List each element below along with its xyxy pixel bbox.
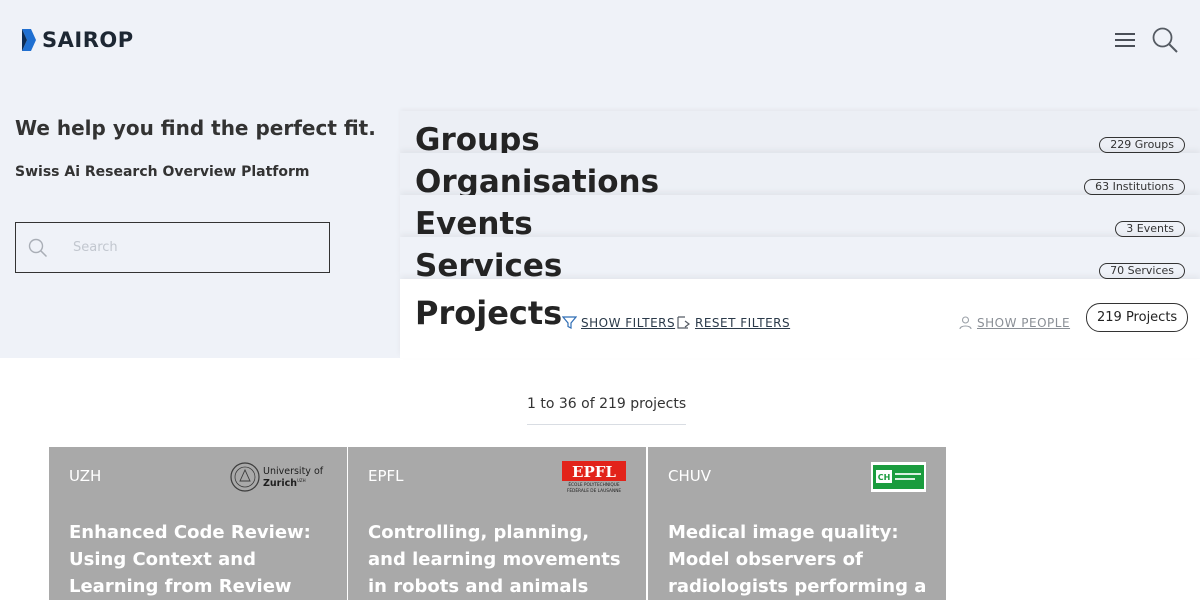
projects-panel: Projects SHOW FILTERS RESET FILTERS SHOW… [400,279,1200,358]
svg-text:Zurich: Zurich [263,478,297,489]
category-count-badge: 63 Institutions [1084,179,1185,195]
search-input[interactable] [73,240,303,255]
uzh-logo: University of Zurich UZH [230,462,324,492]
svg-text:University of: University of [263,466,324,477]
show-people-link[interactable]: SHOW PEOPLE [958,315,1070,330]
hero-subtitle: Swiss Ai Research Overview Platform [15,164,310,180]
brand-name: SAIROP [42,28,134,52]
show-people-label: SHOW PEOPLE [977,315,1071,330]
reset-filters-link[interactable]: RESET FILTERS [676,315,790,330]
search-box[interactable] [15,222,330,273]
epfl-logo: EPFL ÉCOLE POLYTECHNIQUE FÉDÉRALE DE LAU… [562,461,626,493]
card-institution: CHUV [668,467,711,485]
results-count: 1 to 36 of 219 projects [527,396,687,425]
category-count-badge: 229 Groups [1099,137,1185,153]
person-icon [959,316,972,330]
projects-title: Projects [415,294,563,332]
svg-text:UZH: UZH [297,478,306,483]
sairop-logo-mark-icon [22,29,36,51]
card-title: Medical image quality: Model observers o… [668,522,927,597]
hero-tagline: We help you find the perfect fit. [15,116,376,140]
card-institution: EPFL [368,467,404,485]
category-events[interactable]: Events 3 Events [400,195,1200,237]
sairop-logo[interactable]: SAIROP [22,28,134,52]
search-icon[interactable] [1151,26,1179,54]
card-title: Enhanced Code Review: Using Context and … [69,522,311,597]
search-field-icon [28,238,48,257]
svg-text:EPFL: EPFL [572,463,616,481]
reset-filters-label: RESET FILTERS [695,315,791,330]
hamburger-icon[interactable] [1114,30,1136,50]
svg-text:CH: CH [878,473,891,482]
card-institution: UZH [69,467,102,485]
svg-text:ÉCOLE POLYTECHNIQUE: ÉCOLE POLYTECHNIQUE [568,480,620,488]
category-groups[interactable]: Groups 229 Groups [400,111,1200,153]
card-title: Controlling, planning, and learning move… [368,522,621,597]
category-title: Organisations [415,164,660,196]
category-title: Events [415,206,533,238]
project-card[interactable]: CHUV CH Medical image quality: Model obs… [648,447,946,600]
category-title: Groups [415,122,540,154]
show-filters-link[interactable]: SHOW FILTERS [562,315,675,330]
show-filters-label: SHOW FILTERS [581,315,676,330]
projects-count-badge: 219 Projects [1086,303,1189,332]
category-count-badge: 70 Services [1099,263,1185,279]
reset-icon [677,316,690,329]
project-card[interactable]: EPFL EPFL ÉCOLE POLYTECHNIQUE FÉDÉRALE D… [348,447,646,600]
category-services[interactable]: Services 70 Services [400,237,1200,279]
filter-icon [562,316,577,329]
category-count-badge: 3 Events [1115,221,1185,237]
project-card[interactable]: UZH University of Zurich UZH Enhanced Co… [49,447,347,600]
chuv-logo: CH [871,462,926,492]
category-title: Services [415,248,563,280]
category-organisations[interactable]: Organisations 63 Institutions [400,153,1200,195]
